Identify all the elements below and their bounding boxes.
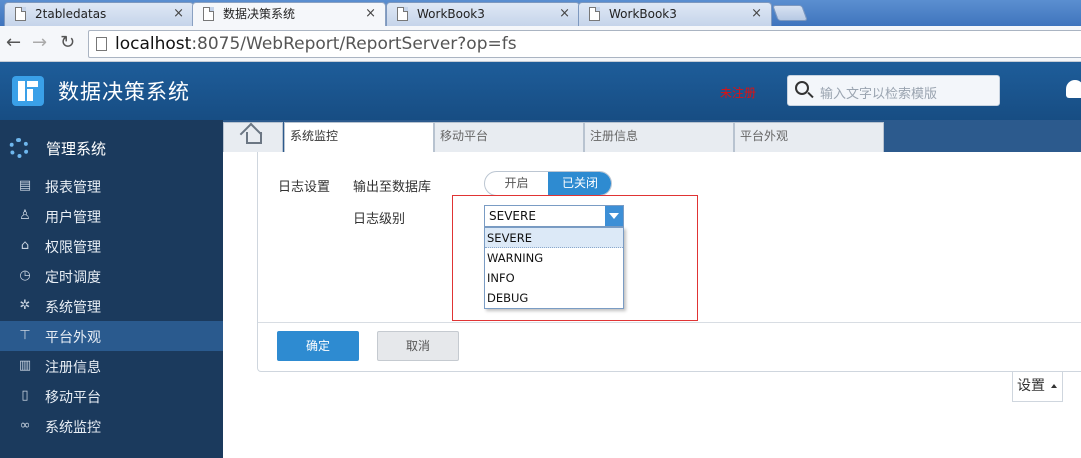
browser-toolbar: ← → ↻ localhost:8075/WebReport/ReportSer… (0, 26, 1081, 62)
sidebar-item-label: 权限管理 (45, 240, 101, 256)
page-icon (96, 37, 107, 51)
browser-tab-label: 数据决策系统 (223, 7, 296, 21)
tab-mobile-platform[interactable]: 移动平台 (434, 122, 584, 152)
close-icon[interactable]: × (559, 3, 570, 25)
log-level-option[interactable]: SEVERE (485, 228, 623, 248)
back-arrow-icon[interactable]: ← (6, 32, 21, 54)
new-tab-button[interactable] (772, 5, 808, 21)
home-tab[interactable] (223, 122, 283, 152)
url-text: localhost:8075/WebReport/ReportServer?op… (115, 33, 517, 55)
report-icon: ▤ (18, 178, 32, 193)
output-to-db-label: 输出至数据库 (353, 180, 432, 195)
caret-up-icon (1051, 384, 1057, 388)
search-icon (795, 81, 809, 95)
log-level-option[interactable]: INFO (485, 268, 623, 288)
search-placeholder: 输入文字以检索模版 (820, 87, 938, 102)
log-level-value: SEVERE (489, 209, 536, 223)
sidebar: 管理系统 ▤ 报表管理 ♙ 用户管理 ⌂ 权限管理 ◷ 定时调度 ✲ 系统管理 … (0, 120, 223, 458)
app-header: 数据决策系统 未注册 输入文字以检索模版 (0, 62, 1081, 120)
page-icon (15, 7, 26, 21)
sidebar-item-mobile-platform[interactable]: ▯ 移动平台 (0, 381, 223, 411)
home-icon-body (246, 132, 262, 144)
browser-tab-label: WorkBook3 (417, 7, 485, 21)
unregistered-badge[interactable]: 未注册 (720, 84, 756, 101)
gear-icon: ✲ (19, 298, 31, 313)
sidebar-item-label: 平台外观 (45, 330, 101, 346)
browser-tab-label: 2tabledatas (35, 7, 107, 21)
divider (258, 322, 1081, 323)
tab-label: 移动平台 (440, 129, 489, 143)
page-icon (397, 7, 408, 21)
settings-label: 设置 (1017, 378, 1045, 394)
tab-registration[interactable]: 注册信息 (584, 122, 734, 152)
log-level-dropdown: SEVERE WARNING INFO DEBUG (484, 227, 624, 309)
app-title: 数据决策系统 (58, 80, 190, 104)
clock-icon: ◷ (19, 268, 31, 283)
browser-tab-active[interactable]: 数据决策系统 × (192, 2, 386, 26)
sidebar-item-label: 系统管理 (45, 300, 101, 316)
log-level-option[interactable]: DEBUG (485, 288, 623, 308)
paint-roller-icon: ⊤ (19, 328, 31, 343)
cancel-button[interactable]: 取消 (377, 331, 459, 361)
registration-icon: ▥ (18, 358, 32, 373)
binoculars-icon: ∞ (19, 418, 31, 433)
sidebar-item-registration[interactable]: ▥ 注册信息 (0, 351, 223, 381)
browser-tab-strip: 2tabledatas × 数据决策系统 × WorkBook3 × WorkB… (0, 0, 1081, 26)
main-content: 日志设置 输出至数据库 开启 已关闭 日志级别 SEVERE SEVERE WA… (223, 152, 1081, 458)
browser-tab[interactable]: WorkBook3 × (578, 2, 772, 26)
reload-icon[interactable]: ↻ (60, 32, 75, 54)
tab-platform-appearance[interactable]: 平台外观 (734, 122, 884, 152)
output-to-db-toggle[interactable]: 开启 已关闭 (484, 171, 612, 196)
url-path: :8075/WebReport/ReportServer?op=fs (191, 34, 517, 54)
page-icon (203, 7, 214, 21)
user-icon: ♙ (19, 208, 31, 223)
browser-tab-label: WorkBook3 (609, 7, 677, 21)
tab-label: 注册信息 (590, 129, 639, 143)
sidebar-item-label: 用户管理 (45, 210, 101, 226)
page-icon (589, 7, 600, 21)
sidebar-item-label: 注册信息 (45, 360, 101, 376)
browser-tab[interactable]: WorkBook3 × (386, 2, 580, 26)
mobile-icon: ▯ (21, 388, 29, 403)
log-level-option[interactable]: WARNING (485, 248, 623, 268)
sidebar-item-report-management[interactable]: ▤ 报表管理 (0, 171, 223, 201)
forward-arrow-icon[interactable]: → (32, 32, 47, 54)
sidebar-item-scheduling[interactable]: ◷ 定时调度 (0, 261, 223, 291)
sidebar-item-label: 报表管理 (45, 180, 101, 196)
confirm-button[interactable]: 确定 (277, 331, 359, 361)
browser-tab[interactable]: 2tabledatas × (4, 2, 194, 26)
sidebar-heading-label: 管理系统 (46, 140, 107, 158)
sidebar-item-label: 定时调度 (45, 270, 101, 286)
toggle-off-option[interactable]: 已关闭 (548, 172, 611, 195)
app-logo-icon (12, 76, 44, 106)
url-host: localhost (115, 34, 192, 54)
tab-system-monitoring[interactable]: 系统监控 (284, 122, 434, 153)
close-icon[interactable]: × (173, 3, 184, 25)
gear-icon (9, 138, 29, 158)
notification-bell-icon[interactable] (1066, 80, 1081, 98)
tab-label: 平台外观 (740, 129, 789, 143)
close-icon[interactable]: × (751, 3, 762, 25)
settings-button[interactable]: 设置 (1012, 371, 1063, 402)
permission-icon: ⌂ (20, 238, 30, 253)
log-level-label: 日志级别 (353, 212, 406, 227)
sidebar-item-platform-appearance[interactable]: ⊤ 平台外观 (0, 321, 223, 351)
template-search-input[interactable]: 输入文字以检索模版 (787, 75, 1000, 106)
module-tab-bar: 系统监控 移动平台 注册信息 平台外观 (223, 120, 1081, 153)
sidebar-item-system-management[interactable]: ✲ 系统管理 (0, 291, 223, 321)
address-bar[interactable]: localhost:8075/WebReport/ReportServer?op… (88, 30, 1081, 58)
toggle-on-option[interactable]: 开启 (485, 172, 548, 195)
sidebar-item-label: 移动平台 (45, 390, 101, 406)
log-level-select[interactable]: SEVERE (484, 205, 624, 227)
chevron-down-icon[interactable] (605, 206, 623, 226)
sidebar-item-label: 系统监控 (45, 420, 101, 436)
sidebar-item-permission-management[interactable]: ⌂ 权限管理 (0, 231, 223, 261)
sidebar-item-system-monitoring[interactable]: ∞ 系统监控 (0, 411, 223, 441)
log-settings-label: 日志设置 (278, 180, 331, 195)
close-icon[interactable]: × (365, 3, 376, 25)
sidebar-heading[interactable]: 管理系统 (0, 130, 223, 166)
sidebar-item-user-management[interactable]: ♙ 用户管理 (0, 201, 223, 231)
tab-label: 系统监控 (290, 129, 339, 143)
